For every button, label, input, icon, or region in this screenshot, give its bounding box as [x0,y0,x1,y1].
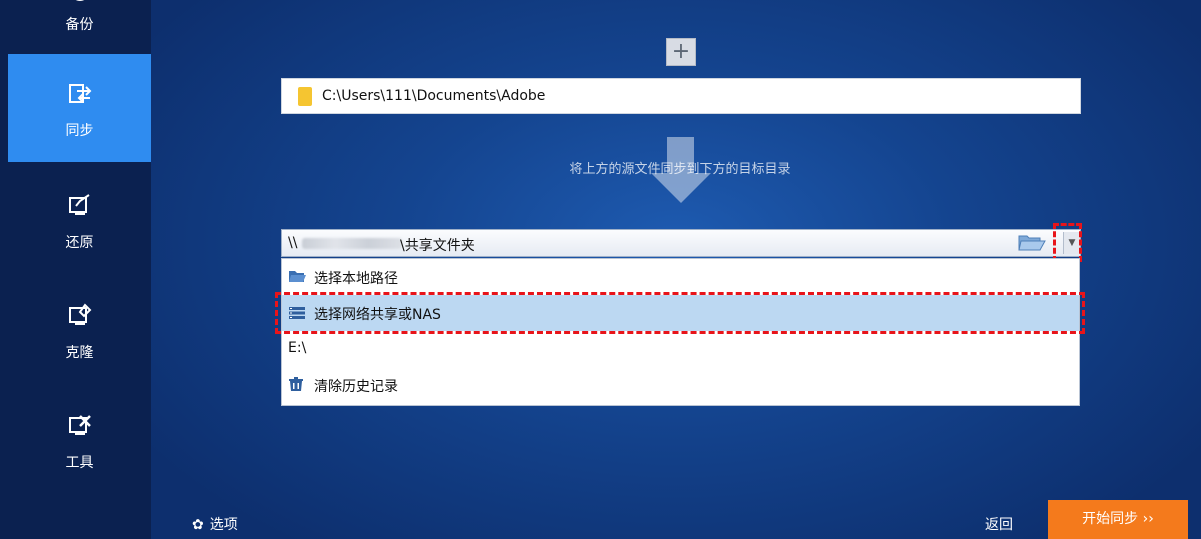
menu-item-clear-history[interactable]: 清除历史记录 [282,367,1079,403]
redacted-host [302,238,402,249]
clear-history-icon [288,377,304,396]
start-sync-button[interactable]: 开始同步 ›› [1048,500,1188,539]
sync-icon [8,82,151,112]
clone-icon [8,302,151,332]
sidebar-item-clone[interactable]: 克隆 [8,270,151,378]
add-source-button[interactable]: + [666,38,696,66]
highlight-box-network-share [275,292,1085,334]
sidebar-item-label: 同步 [65,123,94,139]
sidebar: 备份 同步 还原 克隆 工具 [0,0,151,539]
sidebar-item-label: 还原 [65,235,94,251]
menu-item-label: E:\ [288,340,307,356]
tools-icon [8,412,151,442]
back-button[interactable]: 返回 [985,514,1013,534]
sidebar-item-label: 工具 [65,455,94,471]
sidebar-item-sync[interactable]: 同步 [8,54,151,162]
menu-item-label: 清除历史记录 [314,379,398,395]
options-label: 选项 [209,517,238,533]
down-arrow-head [651,173,711,203]
destination-prefix: \\ [288,235,298,251]
sidebar-item-label: 克隆 [65,345,94,361]
backup-icon [8,0,151,8]
sidebar-item-backup[interactable]: 备份 [8,0,151,54]
folder-icon [298,87,312,106]
sync-direction-hint: 将上方的源文件同步到下方的目标目录 [569,162,791,177]
sidebar-item-restore[interactable]: 还原 [8,162,151,270]
menu-item-label: 选择本地路径 [314,271,398,287]
highlight-box-dropdown [1053,223,1082,262]
destination-path-field[interactable]: \\ \共享文件夹 [281,229,1081,257]
options-button[interactable]: ✿ 选项 [192,514,238,534]
menu-item-drive-e[interactable]: E:\ [282,331,1079,367]
restore-icon [8,192,151,222]
source-path-text: C:\Users\111\Documents\Adobe [322,88,546,104]
sidebar-item-tools[interactable]: 工具 [8,378,151,486]
folder-icon [288,269,306,287]
destination-suffix: \共享文件夹 [400,238,475,254]
menu-item-local-path[interactable]: 选择本地路径 [282,259,1079,295]
source-path-field[interactable]: C:\Users\111\Documents\Adobe [281,78,1081,114]
gear-icon: ✿ [192,517,204,533]
browse-folder-icon[interactable] [1018,232,1046,252]
sidebar-item-label: 备份 [65,17,94,33]
